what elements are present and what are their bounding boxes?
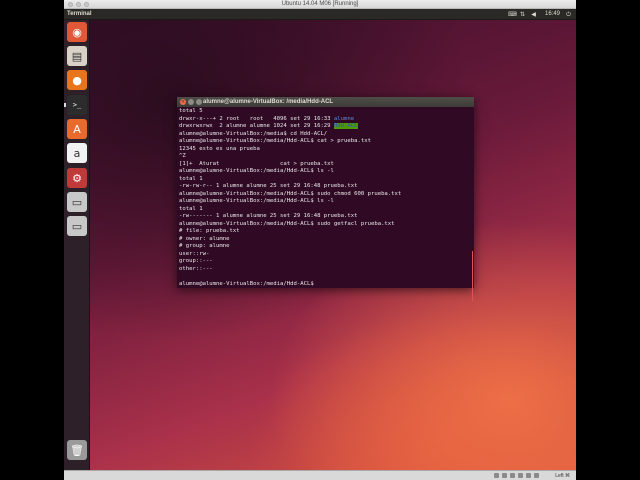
terminal-line: alumne@alumne-VirtualBox:/media/Hdd-ACL$	[179, 280, 318, 287]
terminal-line: drwxr-x---+ 2 root root 4096 set 29 16:3…	[179, 115, 355, 122]
terminal-line: alumne@alumne-VirtualBox:/media/Hdd-ACL$…	[179, 168, 334, 174]
software-center-icon[interactable]: A	[67, 119, 87, 139]
terminal-line: total 5	[179, 108, 203, 114]
terminal-scrollbar[interactable]	[472, 251, 473, 301]
close-icon[interactable]: ×	[180, 99, 186, 105]
terminal-titlebar[interactable]: × alumne@alumne-VirtualBox: /media/Hdd-A…	[177, 97, 474, 107]
terminal-line: ^Z	[179, 153, 186, 159]
network-status-icon[interactable]	[518, 473, 523, 478]
hdd-status-icon[interactable]	[494, 473, 499, 478]
vbox-window-title: Ubuntu 14.04 M06 [Running]	[281, 1, 359, 7]
volume-icon[interactable]: ◀	[530, 11, 537, 18]
terminal-line: group::---	[179, 258, 213, 264]
terminal-line: -rw------- 1 alumne alumne 25 set 29 16:…	[179, 213, 358, 219]
drive-icon[interactable]: ▭	[67, 192, 87, 212]
files-icon[interactable]: ▤	[67, 46, 87, 66]
vbox-statusbar: Left ⌘	[64, 470, 576, 480]
ubuntu-dash-icon[interactable]: ◉	[67, 22, 87, 42]
network-icon[interactable]: ⇅	[519, 11, 526, 18]
terminal-line: alumne@alumne-VirtualBox:/media/Hdd-ACL$…	[179, 138, 371, 144]
capture-status-icon[interactable]	[534, 473, 539, 478]
terminal-line: 12345 esto es una prueba	[179, 145, 260, 152]
ubuntu-top-panel: Terminal ⌨ ⇅ ◀ 16:49 ⏻	[64, 9, 576, 20]
terminal-line: total 1	[179, 175, 203, 182]
terminal-window[interactable]: × alumne@alumne-VirtualBox: /media/Hdd-A…	[177, 97, 474, 301]
terminal-line: alumne@alumne-VirtualBox:/media/Hdd-ACL$…	[179, 198, 334, 204]
terminal-line: total 1	[179, 205, 203, 212]
terminal-line: -rw-rw-r-- 1 alumne alumne 25 set 29 16:…	[179, 183, 358, 189]
terminal-line: drwxrwxrwx 2 alumne alumne 1024 set 29 1…	[179, 123, 358, 129]
terminal-title: alumne@alumne-VirtualBox: /media/Hdd-ACL	[203, 99, 334, 105]
terminal-line: [1]+ Aturat cat > prueba.txt	[179, 160, 334, 167]
panel-clock[interactable]: 16:49	[545, 9, 560, 20]
system-settings-icon[interactable]: ⚙	[67, 168, 87, 188]
terminal-line: # owner: alumne	[179, 235, 230, 242]
panel-app-name: Terminal	[67, 11, 92, 17]
terminal-line: alumne@alumne-VirtualBox:/media/Hdd-ACL$…	[179, 220, 395, 227]
terminal-line: alumne@alumne-VirtualBox:/media$ cd Hdd-…	[179, 130, 328, 137]
terminal-line: # file: prueba.txt	[179, 228, 240, 234]
maximize-icon[interactable]	[196, 99, 202, 105]
directory-name: Hdd-ACL	[333, 123, 358, 129]
power-icon[interactable]: ⏻	[565, 11, 572, 18]
firefox-icon[interactable]: ●	[67, 70, 87, 90]
directory-name: alumne	[333, 115, 355, 122]
amazon-icon[interactable]: a	[67, 143, 87, 163]
terminal-line: other::---	[179, 265, 213, 272]
unity-launcher: ◉ ▤ ● >_ Aa ⚙ ▭ ▭ 🗑	[64, 20, 90, 470]
trash-icon[interactable]: 🗑	[67, 440, 87, 460]
terminal-line: alumne@alumne-VirtualBox:/media/Hdd-ACL$…	[179, 190, 402, 197]
usb-drive-icon[interactable]: ▭	[67, 216, 87, 236]
host-key-label: Left ⌘	[555, 473, 570, 479]
keyboard-icon[interactable]: ⌨	[508, 11, 517, 18]
optical-status-icon[interactable]	[502, 473, 507, 478]
terminal-icon[interactable]: >_	[67, 95, 87, 115]
running-indicator	[64, 103, 66, 107]
vbox-titlebar: Ubuntu 14.04 M06 [Running]	[64, 0, 576, 9]
minimize-icon[interactable]	[188, 99, 194, 105]
terminal-line: # group: alumne	[179, 243, 230, 249]
usb-status-icon[interactable]	[510, 473, 515, 478]
terminal-line: user::rw-	[179, 250, 210, 257]
shared-folder-status-icon[interactable]	[526, 473, 531, 478]
terminal-output[interactable]: total 5 drwxr-x---+ 2 root root 4096 set …	[179, 108, 469, 286]
virtualbox-window: Ubuntu 14.04 M06 [Running] Terminal ⌨ ⇅ …	[64, 0, 576, 480]
